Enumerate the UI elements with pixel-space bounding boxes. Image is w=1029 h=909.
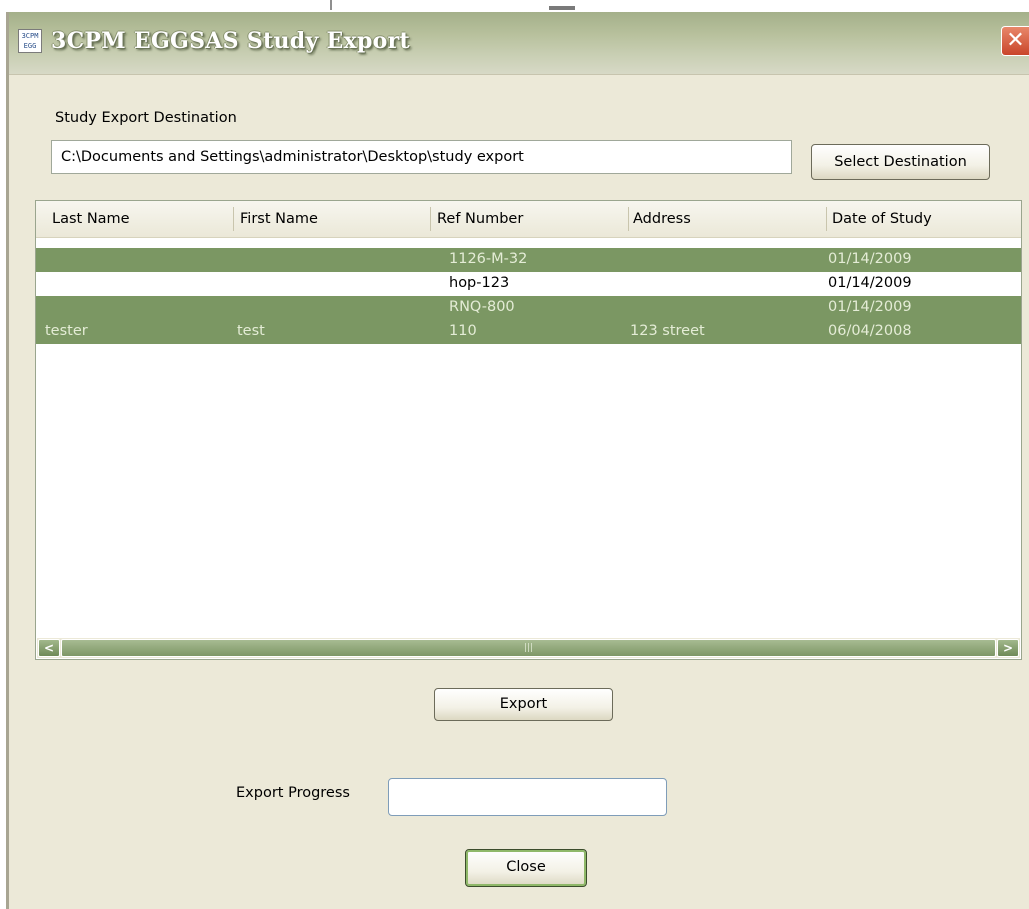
close-window-button[interactable]: ✕ bbox=[1001, 26, 1029, 56]
table-row[interactable]: tester test 110 123 street 06/04/2008 bbox=[36, 320, 1021, 344]
cell-date-of-study: 01/14/2009 bbox=[828, 251, 912, 267]
cell-ref-number: RNQ-800 bbox=[449, 299, 515, 315]
select-destination-button[interactable]: Select Destination bbox=[811, 144, 990, 180]
scroll-left-button[interactable]: < bbox=[38, 639, 60, 657]
desktop-background bbox=[0, 0, 1029, 12]
desktop-divider bbox=[330, 0, 332, 10]
destination-label: Study Export Destination bbox=[55, 110, 237, 126]
close-icon: ✕ bbox=[1006, 28, 1025, 53]
column-header-date-of-study[interactable]: Date of Study bbox=[827, 201, 1021, 237]
scrollbar-thumb[interactable]: ||| bbox=[61, 639, 996, 657]
cell-ref-number: 110 bbox=[449, 323, 477, 339]
chevron-right-icon: > bbox=[1002, 641, 1014, 655]
cell-date-of-study: 01/14/2009 bbox=[828, 275, 912, 291]
horizontal-scrollbar[interactable]: < ||| > bbox=[37, 638, 1020, 658]
cell-address: 123 street bbox=[630, 323, 705, 339]
study-export-dialog: 3CPM EGG 3CPM EGGSAS Study Export ✕ Stud… bbox=[6, 12, 1029, 909]
grip-icon: ||| bbox=[523, 643, 534, 653]
column-header-last-name[interactable]: Last Name bbox=[36, 201, 233, 237]
app-icon: 3CPM EGG bbox=[18, 29, 42, 53]
export-progress-bar bbox=[388, 778, 667, 816]
list-header: Last Name First Name Ref Number Address … bbox=[36, 201, 1021, 238]
cell-first-name: test bbox=[237, 323, 265, 339]
cell-date-of-study: 01/14/2009 bbox=[828, 299, 912, 315]
cell-date-of-study: 06/04/2008 bbox=[828, 323, 912, 339]
destination-path-field[interactable] bbox=[51, 140, 792, 174]
study-list[interactable]: Last Name First Name Ref Number Address … bbox=[35, 200, 1022, 660]
table-row[interactable]: RNQ-800 01/14/2009 bbox=[36, 296, 1021, 320]
chevron-left-icon: < bbox=[43, 641, 55, 655]
column-header-address[interactable]: Address bbox=[629, 201, 826, 237]
scroll-right-button[interactable]: > bbox=[997, 639, 1019, 657]
cell-ref-number: hop-123 bbox=[449, 275, 510, 291]
column-header-ref-number[interactable]: Ref Number bbox=[431, 201, 628, 237]
close-button[interactable]: Close bbox=[465, 849, 587, 887]
column-header-first-name[interactable]: First Name bbox=[234, 201, 430, 237]
export-progress-label: Export Progress bbox=[236, 785, 350, 801]
title-bar[interactable]: 3CPM EGG 3CPM EGGSAS Study Export ✕ bbox=[9, 12, 1029, 75]
table-row[interactable]: 1126-M-32 01/14/2009 bbox=[36, 248, 1021, 272]
table-row[interactable]: hop-123 01/14/2009 bbox=[36, 272, 1021, 296]
desktop-divider bbox=[549, 6, 575, 10]
cell-ref-number: 1126-M-32 bbox=[449, 251, 528, 267]
window-title: 3CPM EGGSAS Study Export bbox=[51, 28, 410, 54]
cell-last-name: tester bbox=[45, 323, 88, 339]
export-button[interactable]: Export bbox=[434, 688, 613, 721]
